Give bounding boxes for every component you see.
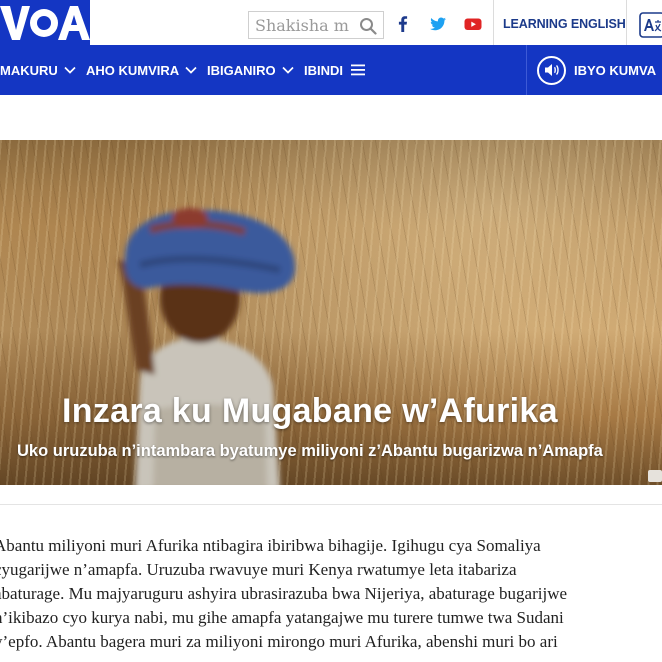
chevron-down-icon [282, 66, 294, 74]
child-figure-image [117, 208, 296, 485]
article-line: n’ikibazo cyo kurya nabi, mu gihe amapfa… [0, 608, 564, 627]
youtube-icon[interactable] [463, 14, 483, 34]
nav-item-makuru[interactable]: MAKURU [0, 45, 76, 95]
nav-divider [526, 45, 527, 95]
search-input[interactable] [255, 15, 353, 35]
section-divider [0, 504, 662, 505]
hero-title: Inzara ku Mugabane w’Afurika [62, 392, 558, 430]
nav-item-label: IBINDI [304, 62, 343, 78]
article-line: abaturage. Mu majyaruguru ashyira ubrasi… [0, 584, 568, 603]
nav-item-label: MAKURU [0, 62, 58, 78]
article-line: cyugarijwe n’amapfa. Uruzuba rwavuye mur… [0, 560, 517, 579]
nav-item-label: IBIGANIRO [207, 62, 276, 78]
top-bar: LEARNING ENGLISH [0, 0, 662, 45]
header-divider-2 [626, 0, 627, 45]
search-box[interactable] [248, 11, 384, 39]
learning-english-link[interactable]: LEARNING ENGLISH [503, 17, 626, 31]
menu-icon [351, 64, 365, 76]
chevron-down-icon [64, 66, 76, 74]
search-icon[interactable] [359, 17, 377, 35]
listen-menu[interactable]: IBYO KUMVA [537, 45, 662, 95]
twitter-icon[interactable] [428, 14, 448, 34]
voa-logo[interactable] [0, 0, 90, 45]
article-body: Abantu miliyoni muri Afurika ntibagira i… [0, 534, 662, 662]
speaker-icon [537, 55, 566, 85]
header-divider [493, 0, 494, 45]
photo-credit-icon [648, 470, 662, 482]
listen-label: IBYO KUMVA [574, 62, 657, 78]
hero-subtitle: Uko uruzuba n’intambara byatumye miliyon… [17, 442, 603, 460]
facebook-icon[interactable] [393, 14, 413, 34]
chevron-down-icon [185, 66, 197, 74]
language-app-icon[interactable] [639, 12, 662, 38]
nav-item-ibindi[interactable]: IBINDI [304, 45, 365, 95]
article-paragraph: Abantu miliyoni muri Afurika ntibagira i… [0, 534, 654, 654]
nav-item-aho-kumvira[interactable]: AHO KUMVIRA [86, 45, 197, 95]
article-line: Abantu miliyoni muri Afurika ntibagira i… [0, 536, 541, 555]
main-nav: MAKURU AHO KUMVIRA IBIGANIRO IBINDI IBYO… [0, 45, 662, 95]
article-line: y’epfo. Abantu bagera muri za miliyoni m… [0, 632, 558, 651]
nav-item-label: AHO KUMVIRA [86, 62, 180, 78]
hero-banner[interactable]: Inzara ku Mugabane w’Afurika Uko uruzuba… [0, 140, 662, 485]
nav-item-ibiganiro[interactable]: IBIGANIRO [207, 45, 294, 95]
